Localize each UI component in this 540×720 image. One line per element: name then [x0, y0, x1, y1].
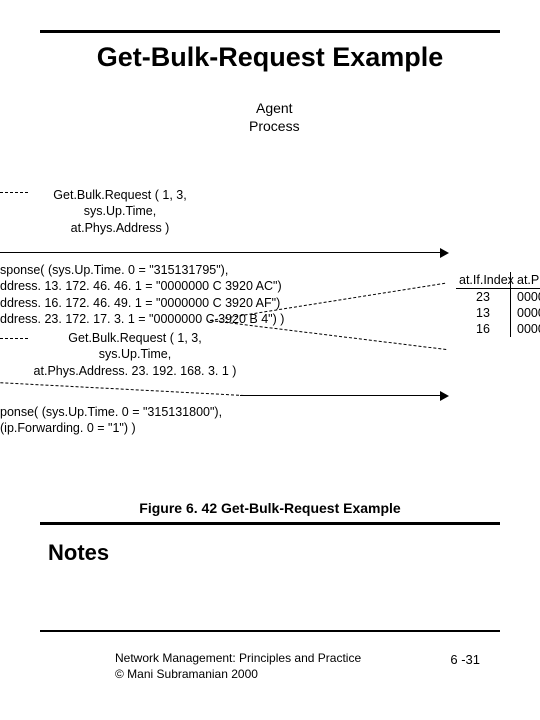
- resp2-l2: (ip.Forwarding. 0 = "1") ): [0, 420, 222, 436]
- req1-l1: Get.Bulk.Request ( 1, 3,: [30, 187, 210, 203]
- req1-l3: at.Phys.Address ): [30, 220, 210, 236]
- agent-line2: Process: [249, 118, 300, 136]
- resp1-l2: ddress. 13. 172. 46. 46. 1 = "0000000 C …: [0, 278, 284, 294]
- dash-connector-1: [0, 192, 28, 193]
- at-table: at.If.Index at.Phys 23 0000000 13 000000…: [456, 272, 540, 337]
- request-1: Get.Bulk.Request ( 1, 3, sys.Up.Time, at…: [30, 187, 210, 236]
- table-row: 23 0000000: [456, 289, 540, 305]
- td-phys: 0000000: [511, 289, 540, 305]
- th-phys: at.Phys: [511, 272, 540, 289]
- th-ifindex: at.If.Index: [456, 272, 511, 289]
- td-ifindex: 16: [456, 321, 511, 337]
- table-header: at.If.Index at.Phys: [456, 272, 540, 289]
- req1-l2: sys.Up.Time,: [30, 203, 210, 219]
- dash-connector-req2: [0, 382, 244, 396]
- dash-connector-resp1b: [210, 320, 446, 350]
- divider-mid: [40, 522, 500, 525]
- arrow-2-head: [440, 391, 449, 401]
- footer-l1: Network Management: Principles and Pract…: [115, 650, 361, 666]
- resp1-l1: sponse( (sys.Up.Time. 0 = "315131795"),: [0, 262, 284, 278]
- request-2: Get.Bulk.Request ( 1, 3, sys.Up.Time, at…: [30, 330, 240, 379]
- notes-heading: Notes: [48, 540, 109, 566]
- agent-line1: Agent: [249, 100, 300, 118]
- td-ifindex: 13: [456, 305, 511, 321]
- divider-bottom: [40, 630, 500, 632]
- footer-text: Network Management: Principles and Pract…: [115, 650, 361, 682]
- figure-caption: Figure 6. 42 Get-Bulk-Request Example: [0, 500, 540, 516]
- req2-l2: sys.Up.Time,: [30, 346, 240, 362]
- response-2: ponse( (sys.Up.Time. 0 = "315131800"), (…: [0, 404, 222, 437]
- arrow-1-line: [0, 252, 445, 253]
- td-phys: 0000000: [511, 321, 540, 337]
- arrow-2-line: [240, 395, 445, 396]
- dash-connector-2: [0, 338, 28, 339]
- response-1: sponse( (sys.Up.Time. 0 = "315131795"), …: [0, 262, 284, 327]
- resp1-l3: ddress. 16. 172. 46. 49. 1 = "0000000 C …: [0, 295, 284, 311]
- td-phys: 0000000: [511, 305, 540, 321]
- page-number: 6 -31: [450, 652, 480, 667]
- page-title: Get-Bulk-Request Example: [0, 42, 540, 73]
- footer-l2: © Mani Subramanian 2000: [115, 666, 361, 682]
- req2-l1: Get.Bulk.Request ( 1, 3,: [30, 330, 240, 346]
- req2-l3: at.Phys.Address. 23. 192. 168. 3. 1 ): [30, 363, 240, 379]
- td-ifindex: 23: [456, 289, 511, 305]
- arrow-1-head: [440, 248, 449, 258]
- table-row: 13 0000000: [456, 305, 540, 321]
- table-row: 16 0000000: [456, 321, 540, 337]
- resp2-l1: ponse( (sys.Up.Time. 0 = "315131800"),: [0, 404, 222, 420]
- divider-top: [40, 30, 500, 33]
- agent-process-label: Agent Process: [249, 100, 300, 135]
